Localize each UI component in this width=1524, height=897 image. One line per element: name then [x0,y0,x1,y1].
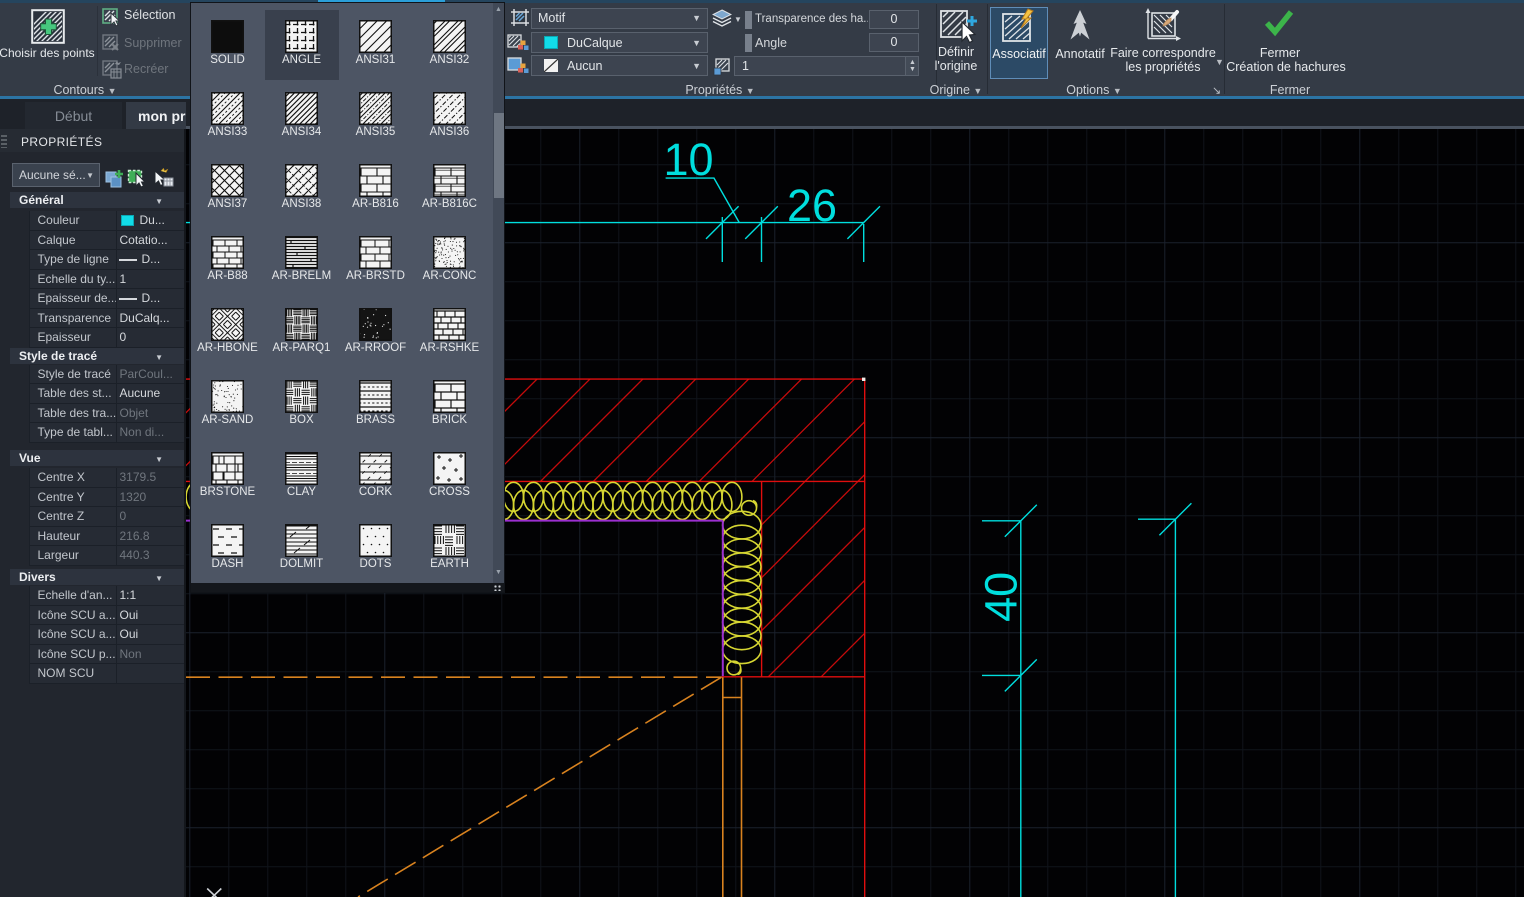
svg-text:10: 10 [663,134,713,185]
svg-text:26: 26 [787,180,837,231]
svg-text:40: 40 [976,572,1027,622]
